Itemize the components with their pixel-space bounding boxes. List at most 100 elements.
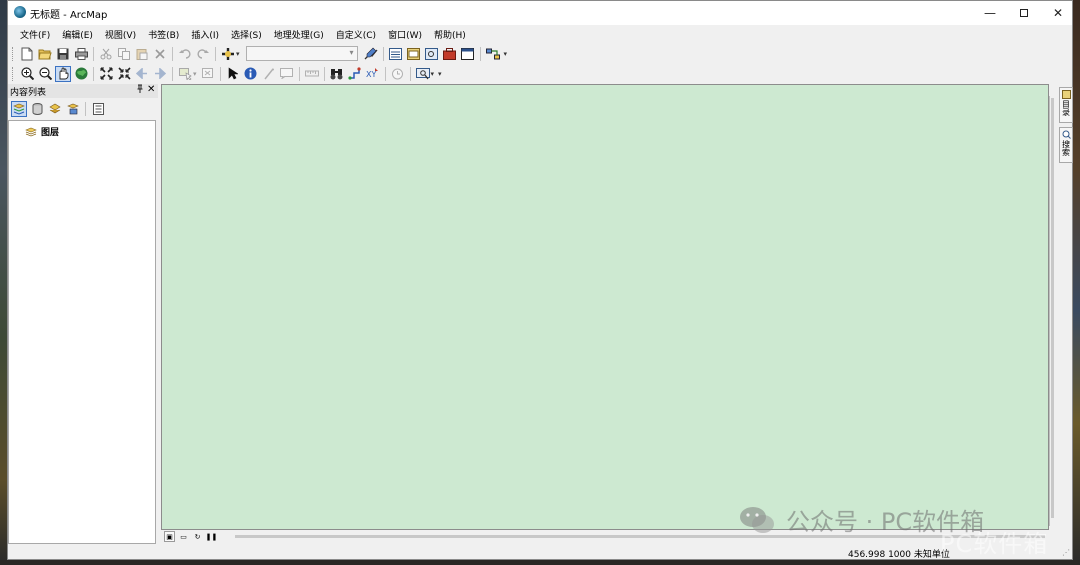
pause-drawing-button[interactable]: ❚❚ [206,531,218,542]
list-by-selection-button[interactable] [65,101,81,117]
print-button[interactable] [73,46,89,62]
full-extent-icon [75,67,87,80]
menu-bookmarks[interactable]: 书签(B) [142,28,185,41]
menu-selection[interactable]: 选择(S) [225,28,268,41]
menu-edit[interactable]: 编辑(E) [56,28,99,41]
close-button[interactable]: ✕ [1041,1,1075,25]
window-title: 无标题 - ArcMap [30,10,108,21]
search-window-button[interactable] [424,46,440,62]
toolbar-separator [172,66,173,81]
clear-selection-button[interactable] [200,66,216,82]
map-scale-combobox[interactable]: ▾ [245,46,358,61]
desktop-edge-bottom [0,560,1080,565]
html-popup-button[interactable] [279,66,295,82]
svg-text:XY: XY [366,70,376,79]
toolbar-separator [85,102,86,116]
maximize-icon [1020,9,1028,17]
paste-button[interactable] [134,46,150,62]
find-icon [330,68,343,79]
maximize-button[interactable] [1007,1,1041,25]
full-extent-button[interactable] [73,66,89,82]
measure-icon [304,70,319,76]
model-builder-button[interactable] [485,46,501,62]
cut-button[interactable] [98,46,114,62]
identify-button[interactable] [243,66,259,82]
minimize-button[interactable]: — [973,1,1007,25]
list-by-visibility-button[interactable] [47,101,63,117]
zoom-out-button[interactable] [37,66,53,82]
open-button[interactable] [37,46,53,62]
fixed-zoom-in-button[interactable] [98,66,114,82]
toolbar-separator [219,66,221,81]
forward-extent-button[interactable] [152,66,168,82]
new-document-button[interactable] [19,46,35,62]
menu-file[interactable]: 文件(F) [14,28,56,41]
viewer-window-button[interactable] [415,66,431,82]
menu-insert[interactable]: 插入(I) [185,28,225,41]
list-by-source-button[interactable] [29,101,45,117]
fixed-zoom-out-button[interactable] [116,66,132,82]
select-features-dropdown-arrow[interactable]: ▾ [193,70,197,78]
pan-button[interactable] [55,65,71,82]
search-dock-tab[interactable]: 搜索 [1059,127,1073,163]
map-display[interactable] [161,84,1049,530]
arcmap-app-icon[interactable] [14,6,26,18]
back-extent-button[interactable] [134,66,150,82]
menu-help[interactable]: 帮助(H) [428,28,472,41]
layout-view-button[interactable]: ▭ [178,531,189,542]
toc-header[interactable]: 内容列表 ✕ [8,84,158,98]
toc-tree[interactable]: 图层 [8,120,156,544]
toolbar-grip[interactable] [12,66,15,81]
map-vertical-scrollbar[interactable] [1049,96,1055,526]
layers-data-frame[interactable]: 图层 [25,125,59,138]
copy-button[interactable] [116,46,132,62]
toolbar-separator [384,66,386,81]
menu-customize[interactable]: 自定义(C) [330,28,382,41]
editor-toolbar-button[interactable] [363,46,379,62]
title-bar[interactable]: 无标题 - ArcMap — ✕ [8,1,1072,25]
pin-icon[interactable] [136,84,144,97]
table-of-contents-button[interactable] [388,46,404,62]
select-elements-button[interactable] [225,66,241,82]
menu-view[interactable]: 视图(V) [99,28,142,41]
redo-button[interactable] [195,46,211,62]
pan-icon [59,67,69,80]
cut-icon [100,48,112,59]
add-data-button[interactable] [220,46,236,62]
list-by-drawing-order-button[interactable] [11,101,27,117]
undo-button[interactable] [177,46,193,62]
viewer-dropdown-arrow[interactable]: ▾ [431,70,435,78]
menu-geoprocessing[interactable]: 地理处理(G) [268,28,330,41]
scrollbar-thumb[interactable] [1051,98,1054,518]
toc-close-button[interactable]: ✕ [147,84,155,95]
measure-button[interactable] [304,66,320,82]
find-route-button[interactable] [347,66,363,82]
back-extent-icon [136,68,147,79]
zoom-in-button[interactable] [19,66,35,82]
add-data-dropdown-arrow[interactable]: ▾ [236,50,240,58]
search-window-icon [425,47,439,60]
refresh-view-button[interactable]: ↻ [192,531,203,542]
catalog-dock-tab[interactable]: 目录 [1059,87,1073,123]
arctoolbox-button[interactable] [442,46,458,62]
toolbar-overflow-icon[interactable]: ▾ [438,70,442,78]
time-slider-button[interactable] [390,66,406,82]
toolbar-overflow-icon[interactable]: ▾ [504,50,508,58]
delete-button[interactable] [152,46,168,62]
viewer-window-icon [415,67,430,79]
hyperlink-button[interactable] [261,66,277,82]
python-window-button[interactable] [460,46,476,62]
save-button[interactable] [55,46,71,62]
find-button[interactable] [329,66,345,82]
menu-windows[interactable]: 窗口(W) [382,28,428,41]
add-data-icon [222,47,234,60]
data-view-button[interactable]: ▣ [164,531,175,542]
toolbar-separator [323,66,325,81]
toolbar-grip[interactable] [12,46,15,61]
list-by-drawing-order-icon [13,103,25,115]
go-to-xy-button[interactable]: XY [365,66,381,82]
catalog-button[interactable] [406,46,422,62]
select-features-button[interactable] [177,66,193,82]
toc-options-button[interactable] [90,101,106,117]
resize-grip-icon[interactable]: ⋰ [1062,548,1070,557]
